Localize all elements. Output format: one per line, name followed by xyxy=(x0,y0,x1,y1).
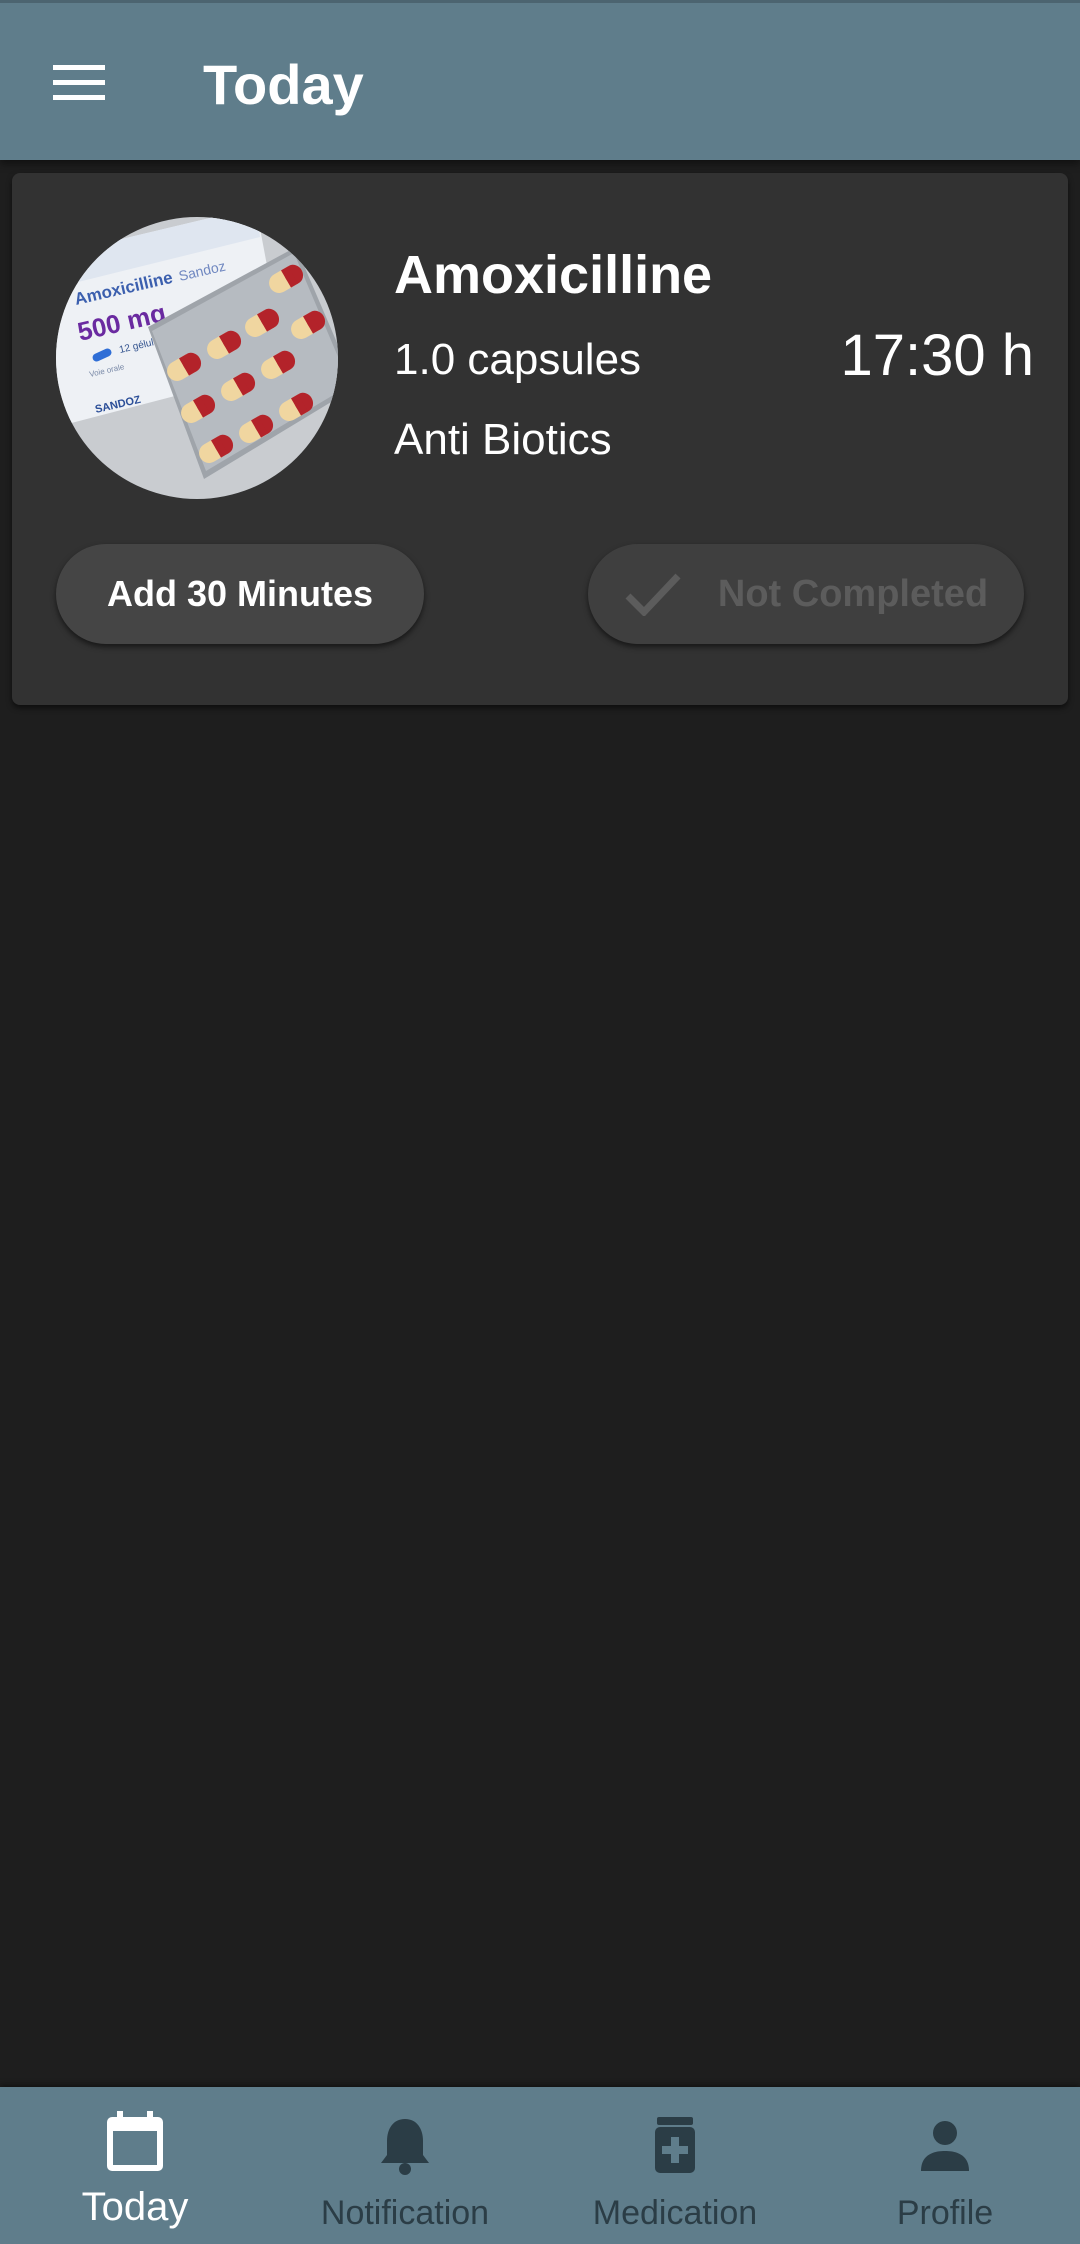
medication-category: Anti Biotics xyxy=(394,415,612,464)
page-title: Today xyxy=(203,53,364,116)
not-completed-label: Not Completed xyxy=(717,572,989,615)
medication-time: 17:30 h xyxy=(840,323,1034,388)
medication-photo: Amoxicilline Sandoz 500 mg 12 gélules Vo… xyxy=(56,217,338,499)
calendar-icon xyxy=(107,2111,163,2171)
person-icon xyxy=(921,2121,969,2171)
app-bar: Today xyxy=(0,0,1080,160)
check-icon xyxy=(625,573,681,616)
not-completed-button[interactable]: Not Completed xyxy=(588,544,1024,644)
nav-item-medication[interactable]: Medication xyxy=(540,2087,810,2244)
medicine-bottle-icon xyxy=(655,2117,695,2173)
nav-label-profile: Profile xyxy=(896,2194,994,2232)
medication-dose: 1.0 capsules xyxy=(394,335,642,384)
medication-name: Amoxicilline xyxy=(394,245,713,305)
nav-label-medication: Medication xyxy=(592,2194,758,2232)
bell-icon xyxy=(381,2119,429,2175)
bottom-navigation: Today Notification Medication Profile xyxy=(0,2087,1080,2244)
add-30-minutes-button[interactable]: Add 30 Minutes xyxy=(56,544,424,644)
nav-item-profile[interactable]: Profile xyxy=(810,2087,1080,2244)
medication-card[interactable]: Amoxicilline Sandoz 500 mg 12 gélules Vo… xyxy=(12,173,1068,705)
nav-item-notification[interactable]: Notification xyxy=(270,2087,540,2244)
nav-label-notification: Notification xyxy=(320,2194,490,2232)
nav-label-today: Today xyxy=(81,2185,189,2229)
add-30-minutes-label: Add 30 Minutes xyxy=(106,573,374,614)
hamburger-menu-icon[interactable] xyxy=(38,47,120,119)
nav-item-today[interactable]: Today xyxy=(0,2087,270,2244)
